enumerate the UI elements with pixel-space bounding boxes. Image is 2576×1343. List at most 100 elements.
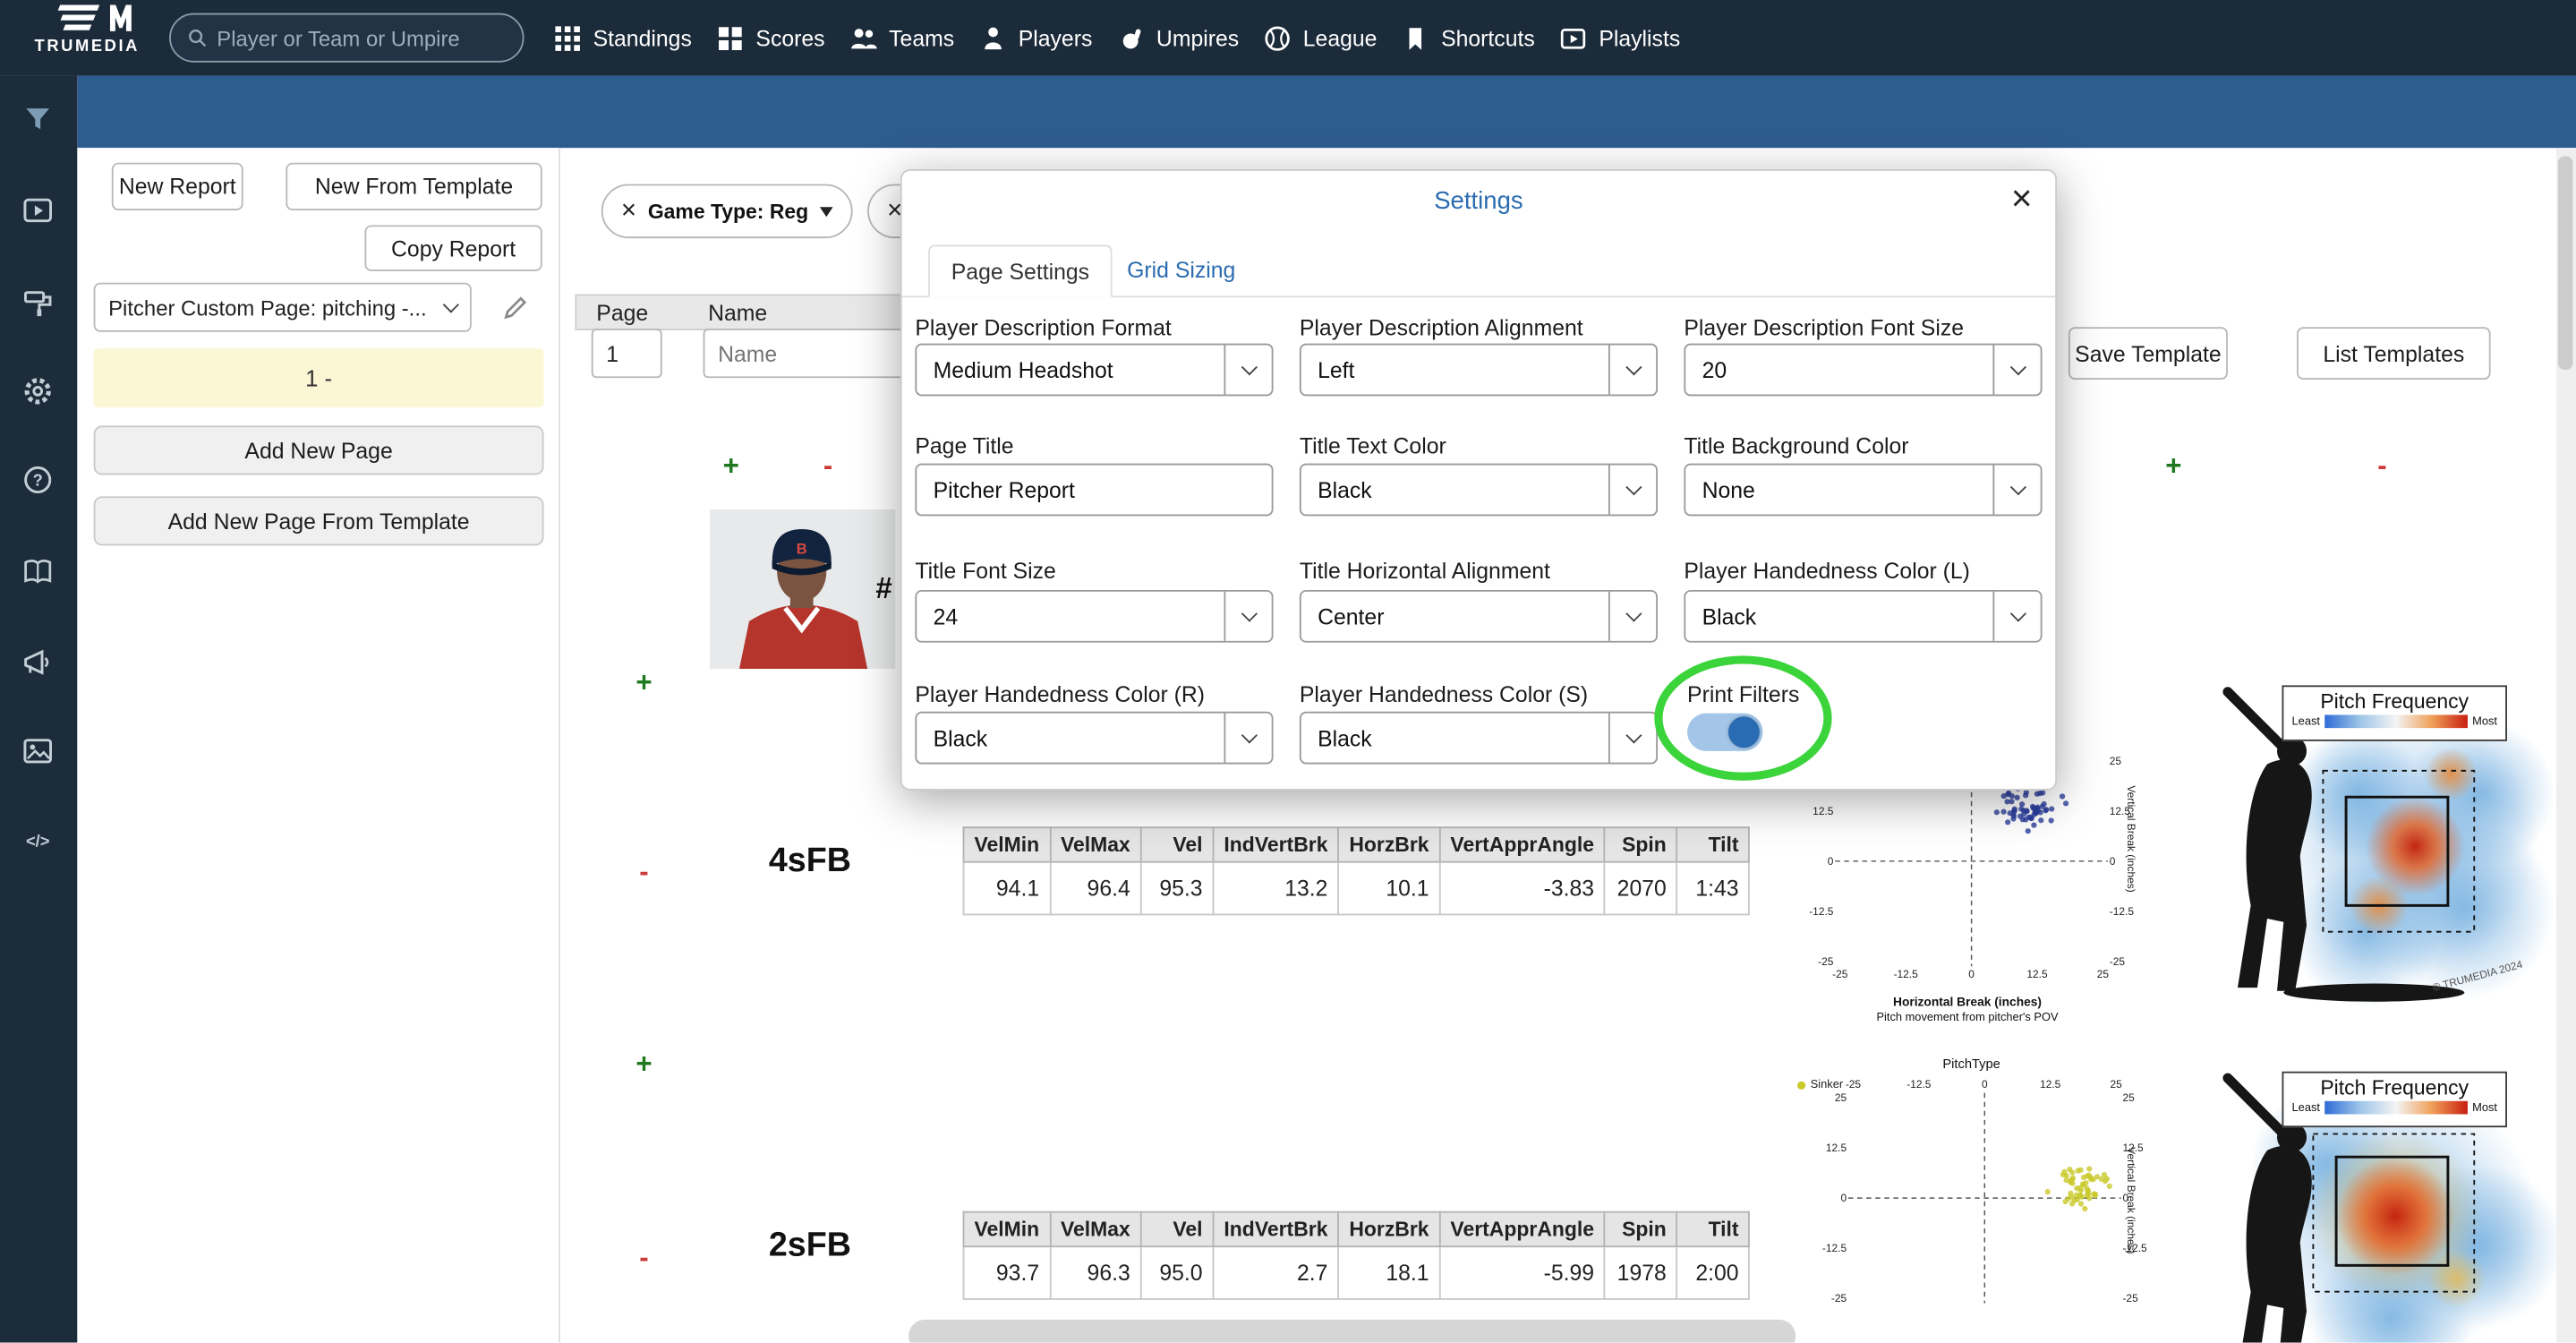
chevron-down-icon: [1608, 465, 1656, 515]
svg-text:-12.5: -12.5: [1809, 905, 1834, 918]
scrollbar-thumb[interactable]: [2557, 156, 2573, 370]
nav-item-league[interactable]: League: [1264, 24, 1377, 52]
nav-item-players[interactable]: Players: [979, 24, 1093, 52]
page-column-header: Page: [596, 300, 649, 326]
active-page-label: 1 -: [305, 364, 333, 391]
add-row-button[interactable]: +: [631, 667, 657, 700]
svg-text:B: B: [797, 542, 807, 558]
field-label: Title Text Color: [1299, 433, 1446, 459]
stat-value-cell: 93.7: [962, 1245, 1051, 1300]
video-icon[interactable]: [21, 194, 55, 227]
blue-toolbar: [77, 75, 2576, 149]
chevron-down-icon: [1608, 713, 1656, 763]
field-label: Title Horizontal Alignment: [1299, 559, 1550, 584]
tab-grid-sizing[interactable]: Grid Sizing: [1105, 244, 1257, 297]
select-value: 20: [1702, 357, 1727, 382]
add-new-page-from-template-label: Add New Page From Template: [167, 509, 470, 534]
remove-row-button[interactable]: -: [631, 856, 657, 889]
nav-item-standings[interactable]: Standings: [554, 24, 692, 52]
book-icon[interactable]: [21, 555, 55, 588]
save-template-button[interactable]: Save Template: [2068, 327, 2228, 381]
select-value: Black: [1318, 477, 1372, 502]
filter-chip-game-type[interactable]: × Game Type: Reg: [601, 184, 853, 239]
player-description-alignment-select[interactable]: Left: [1299, 343, 1659, 397]
scores-grid-icon: [719, 26, 742, 50]
edit-pencil-icon[interactable]: [503, 295, 529, 321]
title-text-color-select[interactable]: Black: [1299, 463, 1659, 517]
nav-item-label: Players: [1018, 25, 1093, 50]
title-horizontal-alignment-select[interactable]: Center: [1299, 589, 1659, 643]
print-filters-toggle[interactable]: [1687, 713, 1763, 751]
new-from-template-button[interactable]: New From Template: [286, 162, 542, 210]
y-axis-label: Vertical Break (inches): [2124, 1147, 2137, 1254]
field-label: Player Description Alignment: [1299, 315, 1583, 340]
svg-text:?: ?: [33, 471, 43, 490]
add-new-page-button[interactable]: Add New Page: [93, 425, 544, 475]
remove-column-button[interactable]: -: [815, 450, 840, 483]
list-templates-button[interactable]: List Templates: [2297, 327, 2491, 381]
stat-header-cell: Tilt: [1676, 1210, 1751, 1248]
stat-header-cell: Tilt: [1676, 826, 1751, 863]
input-value: Pitcher Report: [933, 477, 1075, 502]
tab-page-settings[interactable]: Page Settings: [928, 244, 1113, 298]
player-handedness-color-s-select[interactable]: Black: [1299, 711, 1659, 765]
pitch-stats-table-4sfb: VelMin VelMax Vel IndVertBrk HorzBrk Ver…: [962, 826, 1751, 916]
player-handedness-color-l-select[interactable]: Black: [1684, 589, 2043, 643]
chevron-down-icon: [1224, 713, 1271, 763]
legend-least-label: Least: [2291, 715, 2320, 728]
page-dropdown[interactable]: Pitcher Custom Page: pitching -...: [93, 282, 472, 332]
x-axis-note: Pitch movement from pitcher's POV: [1876, 1012, 2059, 1024]
close-icon[interactable]: ×: [2011, 177, 2033, 220]
paint-roller-icon[interactable]: [21, 286, 55, 319]
stat-value-cell: 96.3: [1049, 1245, 1142, 1300]
chevron-down-icon: [1608, 345, 1656, 395]
svg-text:</>: </>: [26, 831, 50, 850]
code-icon[interactable]: </>: [21, 824, 55, 857]
megaphone-icon[interactable]: [21, 646, 55, 679]
pitch-movement-chart-2sfb: -25 -12.5 0 12.5 25 25 25 12.5 12.5 0 0 -12.5 -12.5-…: [1813, 1068, 2149, 1343]
nav-item-playlists[interactable]: Playlists: [1559, 24, 1680, 52]
baseball-icon: [1265, 25, 1291, 50]
stat-header-cell: HorzBrk: [1337, 826, 1441, 863]
add-column-button[interactable]: +: [718, 450, 744, 483]
stat-value-cell: 13.2: [1212, 860, 1340, 916]
nav-item-teams[interactable]: Teams: [849, 24, 954, 52]
trumedia-logo-mark: [57, 4, 132, 31]
add-column-button[interactable]: +: [2161, 450, 2187, 483]
nav-item-scores[interactable]: Scores: [716, 24, 825, 52]
player-handedness-color-r-select[interactable]: Black: [915, 711, 1274, 765]
filter-icon[interactable]: [21, 104, 55, 137]
svg-text:25: 25: [2110, 755, 2122, 767]
search-input[interactable]: [217, 25, 507, 50]
nav-item-label: Umpires: [1156, 25, 1240, 50]
remove-column-button[interactable]: -: [2369, 450, 2395, 483]
legend-most-label: Most: [2472, 1101, 2497, 1114]
pitch-type-label: 2sFB: [768, 1226, 851, 1264]
title-font-size-select[interactable]: 24: [915, 589, 1274, 643]
pitch-frequency-heatmap-4sfb: Pitch Frequency Least Most © TRUMEDIA 20…: [2201, 679, 2563, 1008]
nav-item-umpires[interactable]: Umpires: [1117, 24, 1239, 52]
add-row-button[interactable]: +: [631, 1048, 657, 1082]
gear-icon[interactable]: [21, 374, 55, 407]
copy-report-button[interactable]: Copy Report: [364, 225, 542, 271]
help-icon[interactable]: ?: [21, 464, 55, 497]
svg-text:0: 0: [1968, 968, 1975, 980]
remove-filter-icon[interactable]: ×: [621, 197, 636, 224]
page-title-input[interactable]: Pitcher Report: [915, 463, 1274, 517]
active-page-row[interactable]: 1 -: [93, 348, 544, 408]
add-new-page-from-template-button[interactable]: Add New Page From Template: [93, 496, 544, 546]
chevron-down-icon: [1992, 345, 2040, 395]
gallery-icon[interactable]: [21, 734, 55, 767]
stat-header-cell: IndVertBrk: [1212, 826, 1340, 863]
remove-row-button[interactable]: -: [631, 1243, 657, 1276]
svg-text:0: 0: [1828, 855, 1834, 868]
player-description-format-select[interactable]: Medium Headshot: [915, 343, 1274, 397]
title-background-color-select[interactable]: None: [1684, 463, 2043, 517]
nav-item-shortcuts[interactable]: Shortcuts: [1402, 24, 1535, 52]
new-report-button[interactable]: New Report: [111, 162, 243, 210]
page-number-input[interactable]: [591, 329, 662, 379]
trumedia-logo[interactable]: TRUMEDIA: [16, 4, 158, 73]
list-templates-label: List Templates: [2323, 340, 2465, 366]
player-headshot: B: [709, 509, 896, 670]
player-description-font-size-select[interactable]: 20: [1684, 343, 2043, 397]
